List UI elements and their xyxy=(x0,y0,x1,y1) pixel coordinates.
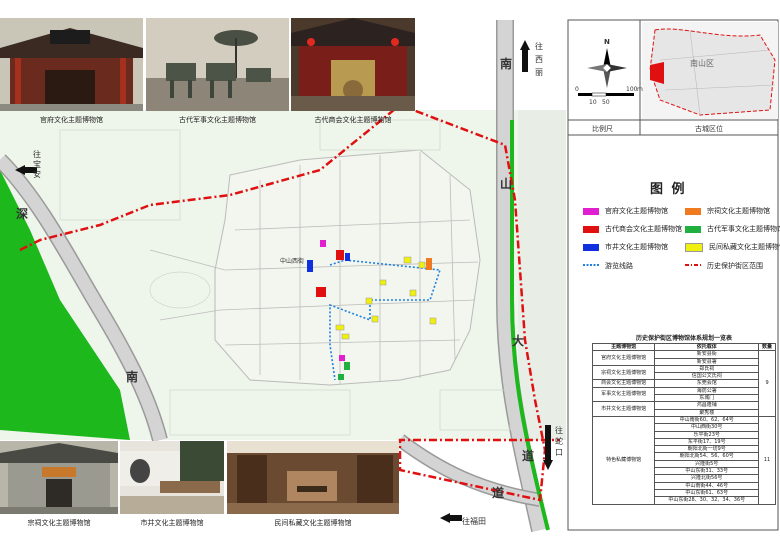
marker-clan[interactable] xyxy=(426,258,432,270)
marker-military[interactable] xyxy=(338,374,344,380)
scale-tick-100: 100 xyxy=(626,86,638,93)
swatch-merchant xyxy=(583,225,599,233)
caption-merchant: 古代商会文化主题博物馆 xyxy=(314,116,392,124)
road-label-dao2: 道 xyxy=(492,486,505,500)
scale-tick-10: 10 xyxy=(589,99,597,106)
swatch-private xyxy=(685,242,703,252)
caption-government: 官府文化主题博物馆 xyxy=(40,116,103,124)
table-row: 军事文化主题博物馆 海防公署 xyxy=(591,386,776,403)
arrow-left-icon xyxy=(440,513,450,523)
road-label-da: 大 xyxy=(512,334,525,348)
photo-government-museum xyxy=(0,18,143,111)
table-row: 官府文化主题博物馆 新安县衙 9 xyxy=(591,350,776,417)
photo-military-museum xyxy=(146,18,289,111)
location-inset-map xyxy=(642,22,778,119)
label-scale: 比例尺 xyxy=(592,125,613,133)
road-label-shen: 深 xyxy=(16,207,29,221)
direction-to-shekou: 往蛇口 xyxy=(555,426,563,457)
table-title: 历史保护街区博物馆体系规划一览表 xyxy=(635,335,732,342)
marker-military[interactable] xyxy=(344,362,350,370)
photo-folk-museum xyxy=(120,441,224,514)
legend-item-merchant: 古代商会文化主题博物馆 xyxy=(583,224,682,234)
compass-north-label: N xyxy=(604,38,610,46)
arrow-up-icon xyxy=(520,40,530,50)
marker-government[interactable] xyxy=(320,240,326,247)
label-location: 古城区位 xyxy=(695,125,723,133)
photo-clan-museum xyxy=(0,441,118,514)
marker-folk[interactable] xyxy=(345,253,350,261)
road-label-dao1: 道 xyxy=(522,449,535,463)
table-row: 特色私藏博物馆 中山南街60、62、64号 11 xyxy=(591,415,776,505)
legend-item-military: 古代军事文化主题博物馆 xyxy=(685,224,780,234)
swatch-military xyxy=(685,225,701,233)
marker-merchant[interactable] xyxy=(336,250,344,260)
photo-merchant-museum xyxy=(291,18,415,111)
legend-item-government: 官府文化主题博物馆 xyxy=(583,206,668,216)
museum-plan-table: 主题博物馆 依托载体 数量 官府文化主题博物馆 新安县衙 9 新安县署 宗祠文化主题… xyxy=(591,342,776,505)
scale-unit: m xyxy=(637,86,643,93)
swatch-government xyxy=(583,207,599,215)
table-row: 商会文化主题博物馆 东莞会馆 xyxy=(591,379,776,388)
caption-military: 古代军事文化主题博物馆 xyxy=(179,116,256,124)
marker-private[interactable] xyxy=(403,256,412,264)
scale-tick-50: 50 xyxy=(602,99,610,106)
legend-item-boundary: 历史保护街区范围 xyxy=(707,262,763,270)
legend-item-clan: 宗祠文化主题博物馆 xyxy=(685,206,770,216)
east-blocks xyxy=(518,110,566,440)
scale-tick-0: 0 xyxy=(575,86,579,93)
caption-private: 民间私藏文化主题博物馆 xyxy=(274,519,352,527)
marker-government[interactable] xyxy=(339,355,345,361)
legend-title: 图 例 xyxy=(650,182,687,197)
marker-merchant[interactable] xyxy=(316,287,326,297)
table-row: 宗祠文化主题博物馆 郑氏祠 xyxy=(591,364,776,381)
direction-to-futian: 往福田 xyxy=(462,517,486,526)
legend-item-route: 游览线路 xyxy=(605,262,633,270)
table-header-row: 主题博物馆 依托载体 数量 xyxy=(591,342,776,352)
scale-bar xyxy=(578,92,634,97)
district-label: 南山区 xyxy=(690,59,714,68)
marker-folk[interactable] xyxy=(307,260,313,272)
road-label-shan: 山 xyxy=(500,177,513,191)
photo-private-museum xyxy=(227,441,399,514)
swatch-clan xyxy=(685,207,701,215)
direction-to-xili: 往西丽 xyxy=(535,42,543,77)
road-label-nan-top: 南 xyxy=(500,57,513,71)
direction-to-baoan: 往宝安 xyxy=(33,150,41,179)
table-row: 市井文化主题博物馆 鸿昌隆铺 xyxy=(591,401,776,417)
caption-folk: 市井文化主题博物馆 xyxy=(140,519,204,527)
legend-item-private: 民间私藏文化主题博物馆 xyxy=(685,242,780,252)
old-town-area xyxy=(214,149,481,386)
caption-clan: 宗祠文化主题博物馆 xyxy=(27,519,91,527)
road-label-nan-bottom: 南 xyxy=(126,370,139,384)
legend-item-folk: 市井文化主题博物馆 xyxy=(583,242,668,252)
swatch-folk xyxy=(583,243,599,251)
street-label-zhongshan-west: 中山西街 xyxy=(280,258,305,265)
